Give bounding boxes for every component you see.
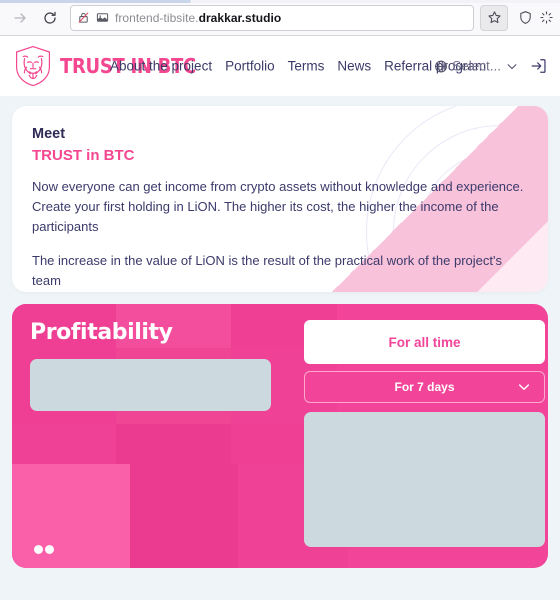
chart-placeholder (30, 359, 271, 411)
profitability-right-column: For all time For 7 days (304, 320, 545, 547)
browser-toolbar-actions (480, 4, 554, 31)
stats-placeholder (304, 412, 545, 547)
star-icon[interactable] (480, 4, 508, 31)
hero-eyebrow: Meet (32, 126, 66, 142)
period-dropdown-label: For 7 days (394, 380, 455, 394)
browser-toolbar: frontend-tibsite.drakkar.studio (0, 0, 560, 36)
carousel-dot[interactable] (45, 545, 54, 554)
hero-title: TRUST in BTC (32, 147, 135, 165)
extension-icon[interactable] (538, 5, 554, 31)
hero-paragraph-1: Now everyone can get income from crypto … (32, 178, 524, 235)
login-icon[interactable] (529, 57, 548, 76)
lion-shield-logo-icon (14, 45, 52, 87)
page-body: Meet TRUST in BTC Now everyone can get i… (0, 96, 560, 600)
nav-item-about-the-project[interactable]: About the project (110, 59, 212, 74)
chevron-down-icon (505, 59, 519, 73)
url-text: frontend-tibsite.drakkar.studio (115, 11, 281, 25)
lock-crossed-out-icon[interactable] (77, 11, 90, 24)
nav-item-terms[interactable]: Terms (288, 59, 325, 74)
profitability-heading: Profitability (30, 320, 173, 345)
period-dropdown[interactable]: For 7 days (304, 371, 545, 403)
language-selector-label: Select... (452, 58, 501, 74)
reload-icon[interactable] (36, 4, 64, 32)
globe-icon (434, 59, 448, 73)
language-selector[interactable]: Select... (434, 59, 519, 74)
header-actions: Select... (434, 57, 548, 76)
url-bar[interactable]: frontend-tibsite.drakkar.studio (70, 4, 474, 31)
forward-arrow-icon[interactable] (6, 4, 34, 32)
site-header: TRUST IN BTC About the project Portfolio… (0, 36, 560, 96)
main-nav: About the project Portfolio Terms News R… (110, 59, 486, 74)
for-all-time-button[interactable]: For all time (304, 320, 545, 364)
hero-card: Meet TRUST in BTC Now everyone can get i… (12, 106, 548, 292)
hero-paragraph-2: The increase in the value of LiON is the… (32, 253, 502, 289)
profitability-card: Profitability For all time For 7 days (12, 304, 548, 568)
url-prefix: frontend-tibsite. (115, 10, 199, 25)
nav-item-news[interactable]: News (337, 59, 371, 74)
page-image-icon (96, 11, 109, 24)
url-domain: drakkar.studio (198, 10, 282, 25)
carousel-dots[interactable] (34, 545, 54, 554)
nav-item-portfolio[interactable]: Portfolio (225, 59, 275, 74)
carousel-dot[interactable] (34, 545, 43, 554)
profitability-left-column: Profitability (30, 320, 288, 547)
tabstrip-edge (0, 0, 560, 3)
shield-icon[interactable] (512, 5, 538, 31)
chevron-down-icon (516, 379, 532, 395)
